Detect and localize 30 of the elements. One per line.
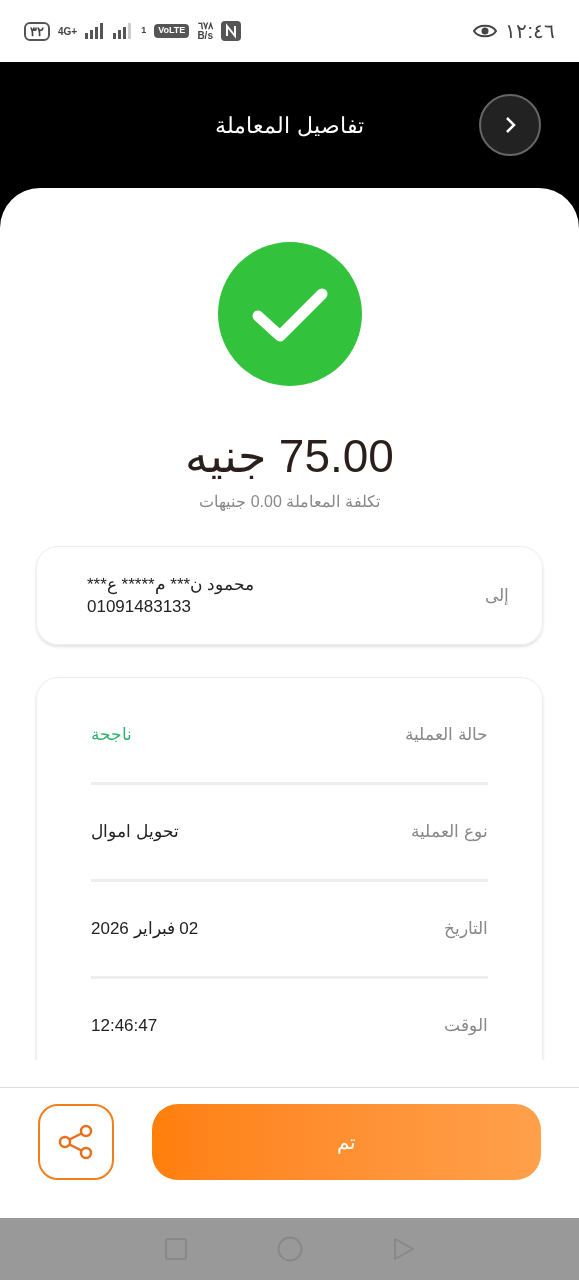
nfc-icon [220, 21, 241, 41]
detail-label: الوقت [444, 1015, 488, 1038]
share-icon [57, 1124, 95, 1160]
recipient-label: إلى [485, 584, 509, 607]
battery-level: ٣٢ [24, 21, 50, 41]
detail-value: 02 فبراير 2026 [91, 918, 199, 941]
clock: ١٢:٤٦ [505, 19, 555, 44]
chevron-icon [504, 116, 516, 134]
detail-label: نوع العملية [411, 821, 488, 844]
recipient-phone: 01091483133 [87, 595, 191, 618]
signal-icon [113, 23, 134, 39]
detail-label: التاريخ [444, 918, 488, 941]
data-unit: B/s [197, 31, 213, 41]
signal-icon [85, 23, 106, 39]
page-title: تفاصيل المعاملة [215, 111, 364, 140]
amount: 75.00 جنيه [185, 429, 394, 484]
share-button[interactable] [38, 1104, 114, 1180]
detail-label: حالة العملية [405, 724, 488, 747]
fee-text: تكلفة المعاملة 0.00 جنيهات [199, 492, 380, 513]
eye-icon [473, 23, 498, 39]
sim-label: 1 [141, 24, 147, 38]
status-value: ناجحة [91, 724, 132, 747]
done-button[interactable]: تم [152, 1104, 541, 1180]
recipient-name: محمود ن*** م***** ع*** [87, 573, 254, 596]
detail-value: تحويل اموال [91, 821, 179, 844]
network-label: 4G+ [58, 24, 78, 39]
checkmark-icon [217, 242, 362, 386]
data-speed: ٦٧٨ [197, 21, 213, 31]
detail-value: 12:46:47 [91, 1015, 158, 1038]
volte-badge: VoLTE [154, 24, 190, 38]
